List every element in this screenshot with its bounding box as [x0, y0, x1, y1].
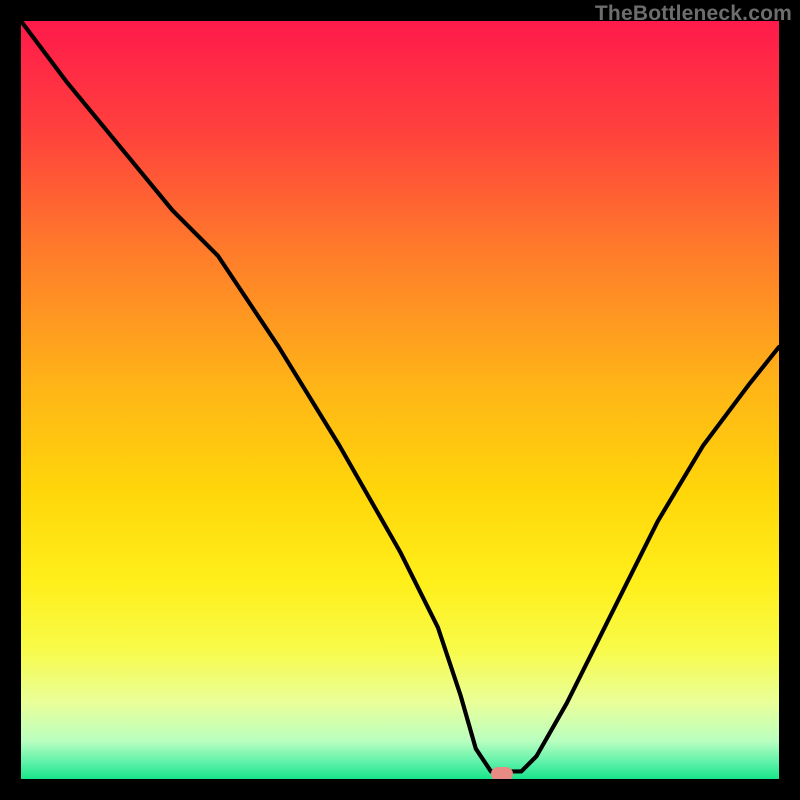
optimal-marker — [491, 767, 513, 779]
chart-frame: TheBottleneck.com — [0, 0, 800, 800]
bottleneck-curve — [21, 21, 779, 779]
plot-area — [21, 21, 779, 779]
watermark-text: TheBottleneck.com — [595, 2, 792, 26]
